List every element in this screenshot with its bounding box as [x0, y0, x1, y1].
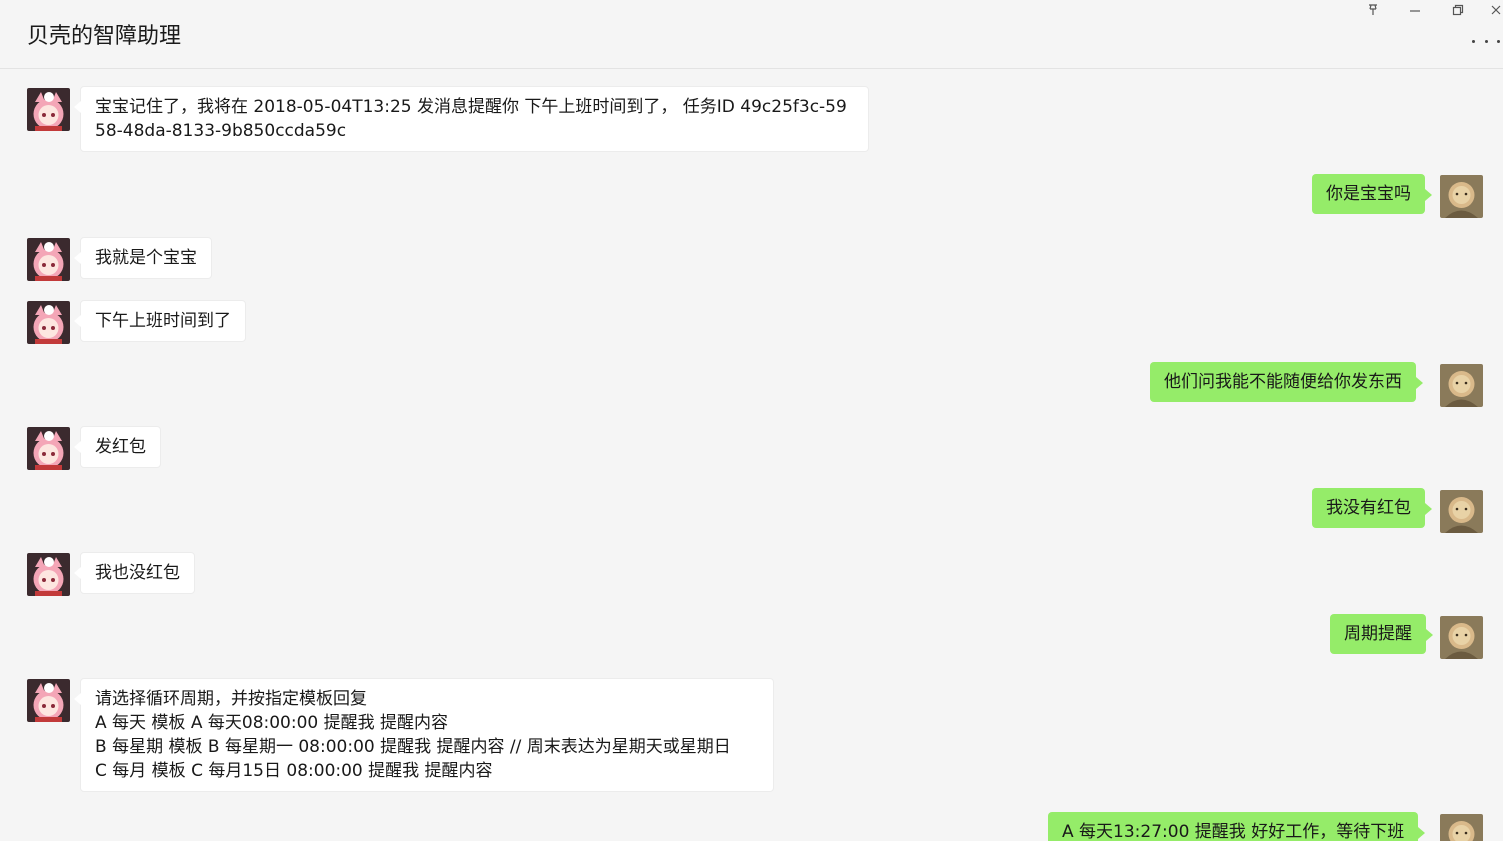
assistant-avatar[interactable] [27, 679, 70, 722]
assistant-avatar[interactable] [27, 88, 70, 131]
message-bubble-incoming[interactable]: 发红包 [74, 426, 161, 468]
message-bubble-outgoing[interactable]: 他们问我能不能随便给你发东西 [1150, 362, 1423, 402]
my-avatar[interactable] [1440, 616, 1483, 659]
close-icon[interactable] [1480, 0, 1503, 20]
message-bubble-incoming[interactable]: 我也没红包 [74, 552, 195, 594]
message-bubble-incoming[interactable]: 我就是个宝宝 [74, 237, 212, 279]
my-avatar[interactable] [1440, 490, 1483, 533]
assistant-avatar[interactable] [27, 301, 70, 344]
my-avatar[interactable] [1440, 364, 1483, 407]
minimize-icon[interactable] [1399, 0, 1431, 20]
chat-header: 贝壳的智障助理 [0, 0, 1503, 69]
chat-window: 贝壳的智障助理 宝宝记住了，我将在 2018-05-04T13:25 发消息提醒… [0, 0, 1503, 841]
message-bubble-incoming[interactable]: 宝宝记住了，我将在 2018-05-04T13:25 发消息提醒你 下午上班时间… [74, 86, 869, 152]
my-avatar[interactable] [1440, 814, 1483, 841]
message-bubble-outgoing[interactable]: 你是宝宝吗 [1312, 174, 1432, 214]
message-bubble-outgoing[interactable]: 周期提醒 [1330, 614, 1433, 654]
message-bubble-outgoing[interactable]: A 每天13:27:00 提醒我 好好工作，等待下班 [1048, 812, 1426, 841]
pin-icon[interactable] [1357, 0, 1389, 20]
restore-icon[interactable] [1442, 0, 1474, 20]
assistant-avatar[interactable] [27, 553, 70, 596]
chat-title: 贝壳的智障助理 [27, 24, 182, 49]
my-avatar[interactable] [1440, 175, 1483, 218]
message-bubble-incoming[interactable]: 请选择循环周期，并按指定模板回复 A 每天 模板 A 每天08:00:00 提醒… [74, 678, 774, 792]
assistant-avatar[interactable] [27, 238, 70, 281]
assistant-avatar[interactable] [27, 427, 70, 470]
more-dots-icon[interactable] [1472, 33, 1500, 49]
message-bubble-incoming[interactable]: 下午上班时间到了 [74, 300, 246, 342]
message-bubble-outgoing[interactable]: 我没有红包 [1312, 488, 1432, 528]
